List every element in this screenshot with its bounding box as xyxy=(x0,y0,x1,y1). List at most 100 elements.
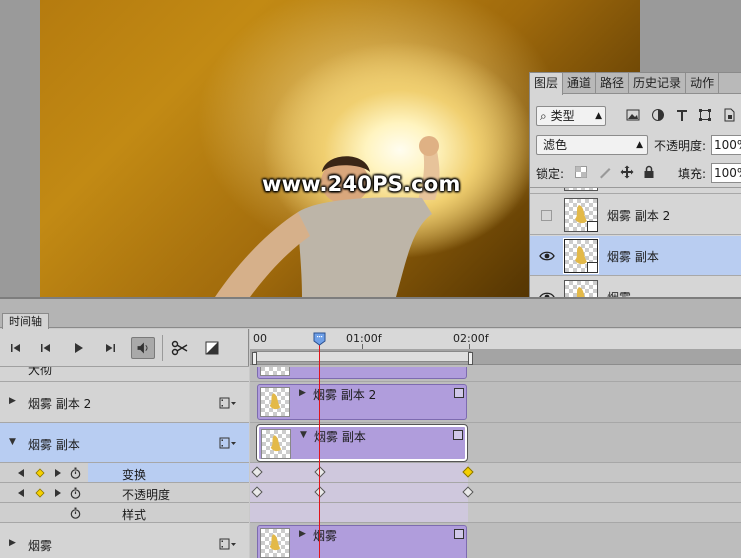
track-row-smoke[interactable]: ▶ 烟雾 xyxy=(0,523,249,558)
layer-filter-row: ⌕ 类型 ▲ xyxy=(530,104,741,126)
expand-triangle-icon[interactable]: ▶ xyxy=(9,396,16,406)
fill-input[interactable]: 100% xyxy=(711,163,741,183)
lock-transparent-pixels-icon[interactable] xyxy=(574,165,588,179)
layer-clip-smoke[interactable]: ▶ 烟雾 xyxy=(257,525,467,558)
image-filter-icon[interactable] xyxy=(626,108,640,122)
timeline-panel: 时间轴 大彻 ▶ 烟雾 副本 2 ▼ 烟雾 副本 变换 不透明度 样式 ▶ 烟雾… xyxy=(0,297,741,558)
tab-history[interactable]: 历史记录 xyxy=(629,73,687,94)
fill-label: 填充: xyxy=(678,167,707,181)
layer-clip-smoke-copy-2[interactable]: ▶ 烟雾 副本 2 xyxy=(257,384,467,420)
work-area-end-handle[interactable] xyxy=(468,352,473,365)
previous-keyframe-icon[interactable] xyxy=(16,488,26,498)
film-strip-icon[interactable] xyxy=(219,397,237,409)
next-keyframe-icon[interactable] xyxy=(53,488,63,498)
film-strip-icon[interactable] xyxy=(219,437,237,449)
work-area-start-handle[interactable] xyxy=(252,352,257,365)
transition-icon[interactable] xyxy=(202,339,222,357)
layer-row-smoke-copy-2[interactable]: 烟雾 副本 2 xyxy=(530,195,741,235)
tab-actions[interactable]: 动作 xyxy=(686,73,720,94)
visibility-toggle-off[interactable] xyxy=(541,210,552,221)
timeline-tracks-area[interactable]: 00 01:00f 02:00f ▶ 烟雾 副本 2 ▼ 烟雾 副本 ▶ 烟雾 xyxy=(250,329,741,558)
clip-lane-smoke-copy-2[interactable]: ▶ 烟雾 副本 2 xyxy=(250,382,741,423)
smart-object-badge-icon xyxy=(587,262,598,273)
track-row-partial[interactable]: 大彻 xyxy=(0,367,249,382)
clip-expand-icon[interactable]: ▶ xyxy=(299,529,306,539)
tab-paths[interactable]: 路径 xyxy=(596,73,630,94)
add-keyframe-icon[interactable] xyxy=(35,488,45,498)
previous-frame-icon[interactable] xyxy=(36,339,56,357)
film-strip-icon[interactable] xyxy=(219,538,237,550)
clip-end-arrow-icon[interactable] xyxy=(454,529,464,539)
add-keyframe-icon[interactable] xyxy=(35,468,45,478)
audio-toggle-icon[interactable] xyxy=(131,337,155,359)
track-name: 大彻 xyxy=(28,367,53,377)
eye-icon[interactable] xyxy=(539,249,555,263)
filter-kind-select[interactable]: ⌕ 类型 ▲ xyxy=(536,106,606,126)
clip-name: 烟雾 副本 2 xyxy=(313,388,377,402)
type-filter-icon[interactable] xyxy=(675,108,689,122)
stopwatch-icon[interactable] xyxy=(70,507,81,519)
clip-expand-icon[interactable]: ▶ xyxy=(299,388,306,398)
adjustment-filter-icon[interactable] xyxy=(651,108,665,122)
lock-image-pixels-icon[interactable] xyxy=(598,165,612,179)
keyframe-lane-style[interactable] xyxy=(250,503,741,523)
stepper-arrows-icon: ▲ xyxy=(595,111,602,121)
tab-timeline[interactable]: 时间轴 xyxy=(2,313,49,329)
track-name: 烟雾 副本 2 xyxy=(28,397,92,411)
collapse-triangle-icon[interactable]: ▼ xyxy=(9,437,16,447)
blend-mode-select[interactable]: 滤色 ▲ xyxy=(536,135,648,155)
lock-row: 锁定: 填充: 100% xyxy=(530,161,741,183)
smart-object-filter-icon[interactable] xyxy=(722,108,736,122)
clip-lane-smoke[interactable]: ▶ 烟雾 xyxy=(250,523,741,558)
layer-row-smoke-copy[interactable]: 烟雾 副本 xyxy=(530,236,741,276)
clip-name: 烟雾 副本 xyxy=(314,430,366,444)
stopwatch-icon[interactable] xyxy=(70,467,81,479)
layer-row-partial[interactable] xyxy=(530,188,741,194)
eye-icon[interactable] xyxy=(539,290,555,297)
layer-name[interactable]: 烟雾 副本 xyxy=(607,248,659,265)
playhead-handle-icon[interactable] xyxy=(313,332,326,346)
lock-all-icon[interactable] xyxy=(642,165,656,179)
layer-clip-smoke-copy[interactable]: ▼ 烟雾 副本 xyxy=(256,424,468,462)
search-icon: ⌕ xyxy=(540,109,547,123)
clip-lane-smoke-copy[interactable]: ▼ 烟雾 副本 xyxy=(250,423,741,463)
layer-name[interactable]: 烟雾 xyxy=(607,289,631,297)
clip-end-arrow-icon[interactable] xyxy=(453,430,463,440)
tab-channels[interactable]: 通道 xyxy=(563,73,597,94)
opacity-input[interactable]: 100% xyxy=(711,135,741,155)
playhead-line[interactable] xyxy=(319,337,320,558)
go-to-first-frame-icon[interactable] xyxy=(6,339,26,357)
layer-clip[interactable] xyxy=(257,367,467,379)
clip-collapse-icon[interactable]: ▼ xyxy=(300,430,307,440)
clip-end-arrow-icon[interactable] xyxy=(454,388,464,398)
next-frame-icon[interactable] xyxy=(100,339,120,357)
lock-position-icon[interactable] xyxy=(620,165,634,179)
layer-row-smoke[interactable]: 烟雾 xyxy=(530,277,741,297)
layer-name[interactable]: 烟雾 副本 2 xyxy=(607,207,670,224)
track-row-smoke-copy[interactable]: ▼ 烟雾 副本 xyxy=(0,423,249,463)
blend-mode-value: 滤色 xyxy=(543,138,568,152)
tab-layers[interactable]: 图层 xyxy=(530,73,564,95)
track-row-smoke-copy-2[interactable]: ▶ 烟雾 副本 2 xyxy=(0,382,249,423)
clip-lane-partial[interactable] xyxy=(250,367,741,382)
smart-object-badge-icon xyxy=(587,221,598,232)
property-lane-fill xyxy=(250,463,468,482)
play-icon[interactable] xyxy=(68,339,88,357)
expand-triangle-icon[interactable]: ▶ xyxy=(9,538,16,548)
clip-thumbnail xyxy=(260,528,290,558)
previous-keyframe-icon[interactable] xyxy=(16,468,26,478)
shape-filter-icon[interactable] xyxy=(698,108,712,122)
property-row-opacity[interactable]: 不透明度 xyxy=(0,483,249,503)
property-row-style[interactable]: 样式 xyxy=(0,503,249,523)
keyframe-lane-transform[interactable] xyxy=(250,463,741,483)
next-keyframe-icon[interactable] xyxy=(53,468,63,478)
stopwatch-icon[interactable] xyxy=(70,487,81,499)
layer-thumbnail xyxy=(564,188,598,191)
keyframe-lane-opacity[interactable] xyxy=(250,483,741,503)
timeline-tab-bar: 时间轴 xyxy=(0,299,741,329)
work-area-bar[interactable] xyxy=(250,349,741,365)
scissors-icon[interactable] xyxy=(170,339,190,357)
property-label: 变换 xyxy=(122,468,147,482)
property-row-transform[interactable]: 变换 xyxy=(0,463,249,483)
work-area-range[interactable] xyxy=(252,351,473,365)
